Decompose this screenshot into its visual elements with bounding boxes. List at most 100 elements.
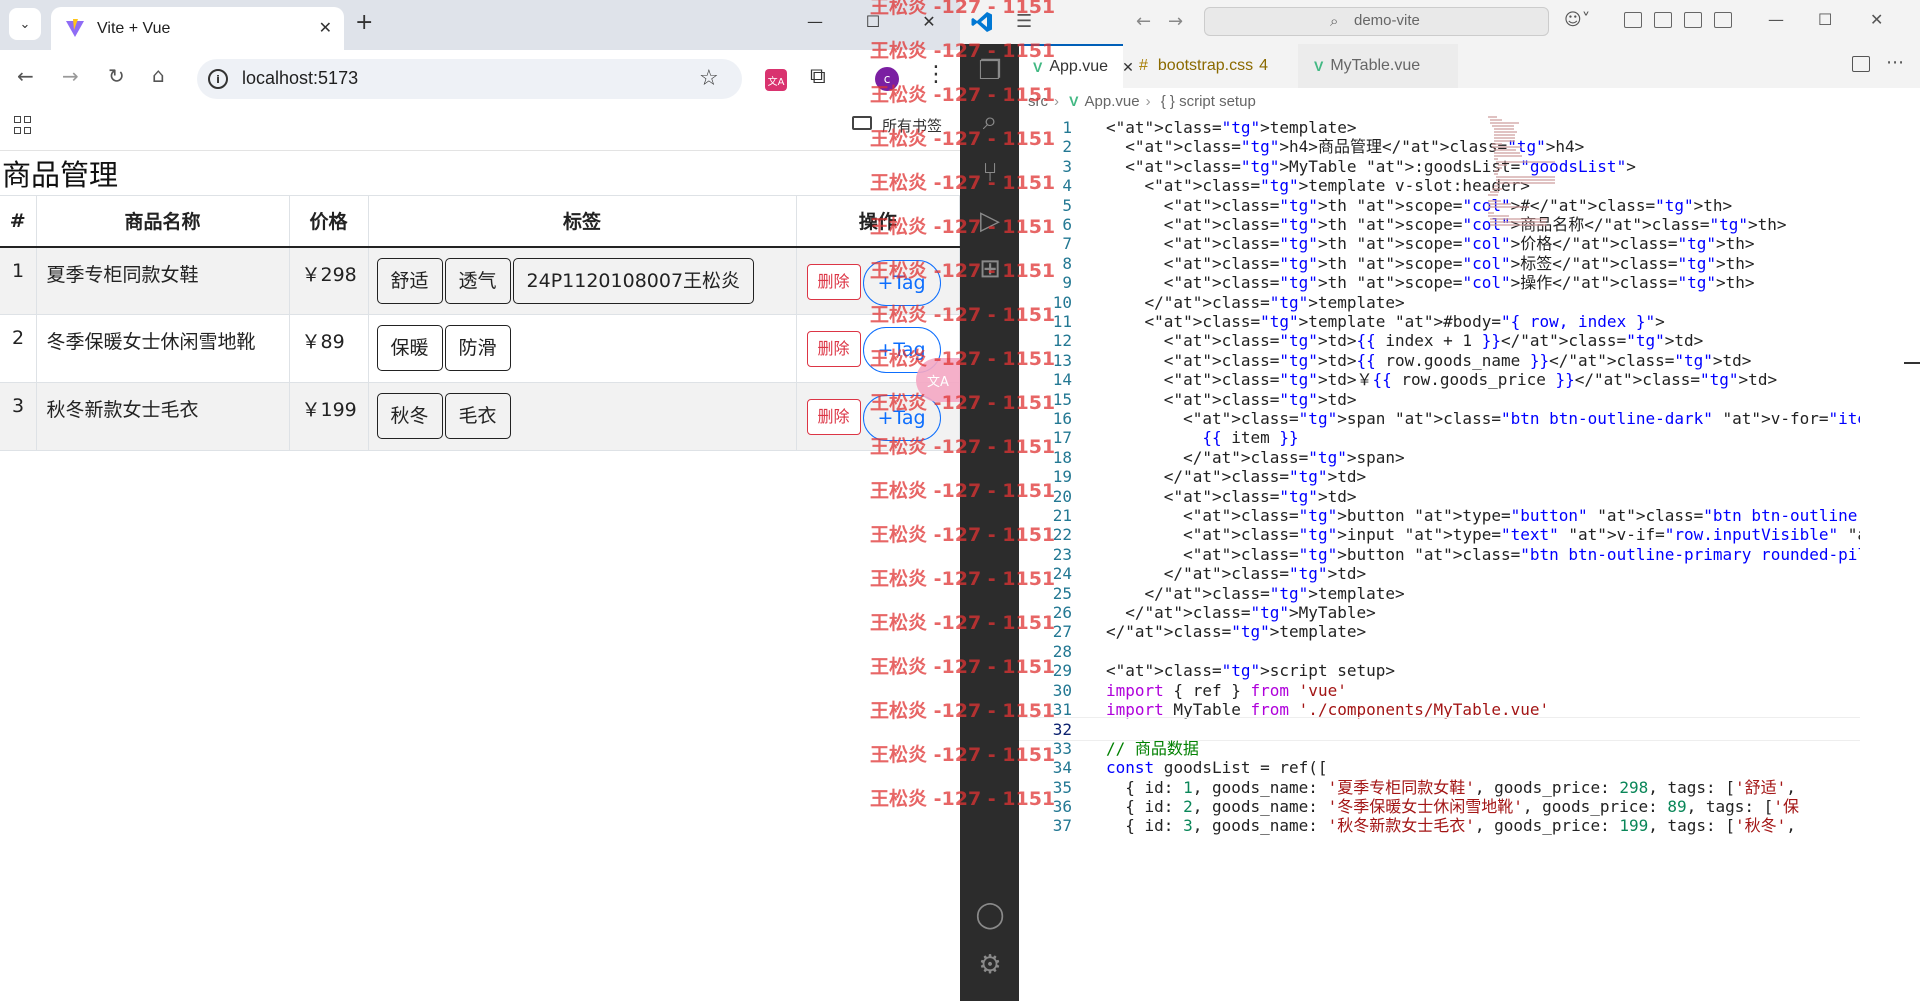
breadcrumb-item[interactable]: src (1028, 93, 1048, 110)
goods-table: # 商品名称 价格 标签 操作 1 夏季专柜同款女鞋 ￥298 舒适 透气 24P1… (0, 195, 960, 451)
tab-app-vue[interactable]: V App.vue ✕ (1019, 44, 1134, 88)
scrollbar-marker[interactable] (1904, 362, 1920, 364)
minimap-line (1494, 155, 1522, 157)
table-header-row: # 商品名称 价格 标签 操作 (0, 195, 960, 248)
folder-icon[interactable] (852, 116, 872, 130)
code-editor[interactable]: 1 <"at">class="tg">template> 2 <"at">class… (1019, 116, 1860, 1001)
tag-chip[interactable]: 防滑 (444, 325, 511, 371)
minimize-icon[interactable]: — (1768, 10, 1784, 29)
more-actions-icon[interactable]: ⋯ (1886, 52, 1904, 73)
minimap-line (1492, 125, 1514, 127)
table-row: 3 秋冬新款女士毛衣 ￥199 秋冬 毛衣 删除 +Tag (0, 382, 960, 451)
minimap-line (1488, 206, 1530, 208)
minimap[interactable] (1488, 116, 1558, 316)
tag-chip[interactable]: 透气 (444, 257, 511, 304)
code-line[interactable]: 37 { id: 3, goods_name: '秋冬新款女士毛衣', good… (1019, 814, 1860, 838)
source-control-icon[interactable]: ⑂ (975, 158, 1005, 188)
toggle-secondary-sidebar-icon[interactable] (1714, 12, 1732, 28)
minimap-line (1488, 116, 1497, 118)
minimap-line (1488, 212, 1495, 214)
maximize-icon[interactable]: ☐ (850, 12, 896, 31)
new-tab-icon[interactable]: + (355, 12, 373, 34)
nav-forward-icon[interactable]: → (1168, 11, 1183, 32)
window-close-icon[interactable]: ✕ (1870, 10, 1883, 29)
tab-close-icon[interactable]: ✕ (319, 18, 332, 37)
bookmark-star-icon[interactable]: ☆ (699, 66, 719, 91)
column-header-tags: 标签 (368, 195, 797, 248)
browser-menu-icon[interactable]: ⋮ (925, 62, 947, 87)
vue-icon: V (1314, 58, 1324, 74)
delete-button[interactable]: 删除 (806, 399, 861, 435)
goods-name: 秋冬新款女士毛衣 (36, 382, 290, 451)
tag-chip[interactable]: 24P1120108007王松炎 (512, 257, 755, 304)
minimap-line (1490, 221, 1546, 223)
all-bookmarks-label[interactable]: 所有书签 (882, 115, 942, 136)
tag-chip[interactable]: 秋冬 (376, 393, 443, 439)
tab-mytable-vue[interactable]: V MyTable.vue (1298, 44, 1458, 88)
reload-icon[interactable]: ↻ (108, 66, 125, 86)
minimize-icon[interactable]: — (792, 12, 838, 31)
apps-grid-icon[interactable] (14, 116, 32, 134)
search-icon[interactable]: ⌕ (975, 106, 1005, 136)
toggle-panel-icon[interactable] (1684, 12, 1702, 28)
line-number: 37 (1052, 816, 1072, 836)
code-text: { id: 3, goods_name: '秋冬新款女士毛衣', goods_p… (1106, 816, 1796, 836)
command-center-text[interactable]: demo-vite (1354, 12, 1420, 29)
extensions-icon[interactable]: ⊞ (975, 254, 1005, 284)
layout-customize-icon[interactable] (1624, 12, 1642, 28)
breadcrumb-item[interactable]: { } script setup (1161, 93, 1256, 110)
extensions-puzzle-icon[interactable]: ⧉ (810, 64, 826, 89)
minimap-line (1490, 122, 1519, 124)
minimap-line (1490, 191, 1499, 193)
tag-chip[interactable]: 保暖 (376, 325, 443, 371)
explorer-icon[interactable]: ❐ (975, 56, 1005, 86)
tag-chip[interactable]: 舒适 (376, 257, 443, 304)
delete-button[interactable]: 删除 (806, 263, 861, 300)
editor-tabs: V App.vue ✕ # bootstrap.css 4 V MyTable.… (1019, 44, 1920, 88)
add-tag-button[interactable]: +Tag (862, 259, 941, 306)
minimap-line (1494, 185, 1499, 187)
chevron-right-icon: › (1054, 93, 1059, 110)
browser-window: ⌄ Vite + Vue ✕ + — ☐ ✕ ← → ↻ ⌂ i localho… (0, 0, 960, 1001)
minimap-line (1488, 200, 1501, 202)
column-header-index: # (0, 195, 37, 248)
bookmarks-bar (0, 105, 960, 151)
split-editor-icon[interactable] (1852, 56, 1870, 72)
window-close-icon[interactable]: ✕ (906, 12, 952, 31)
tab-bootstrap-css[interactable]: # bootstrap.css 4 (1123, 44, 1298, 88)
settings-gear-icon[interactable]: ⚙ (975, 950, 1005, 980)
copilot-icon[interactable]: ☺˅ (1564, 10, 1590, 30)
translate-extension-icon[interactable]: 文A (765, 69, 787, 91)
minimap-line (1494, 137, 1515, 139)
url-text[interactable]: localhost:5173 (242, 68, 358, 89)
profile-avatar[interactable]: c (875, 67, 899, 91)
toggle-sidebar-icon[interactable] (1654, 12, 1672, 28)
back-icon[interactable]: ← (17, 66, 34, 86)
floating-translate-icon[interactable]: 文A (916, 358, 960, 402)
tags-cell: 舒适 透气 24P1120108007王松炎 (368, 246, 797, 315)
maximize-icon[interactable]: ☐ (1818, 10, 1832, 29)
home-icon[interactable]: ⌂ (152, 65, 165, 85)
tab-search-button[interactable]: ⌄ (9, 8, 41, 40)
vue-icon: V (1069, 93, 1079, 109)
hamburger-menu-icon[interactable]: ☰ (1016, 11, 1032, 32)
site-info-icon[interactable]: i (208, 69, 228, 89)
minimap-line (1498, 164, 1507, 166)
vue-icon: V (1033, 59, 1043, 75)
delete-button[interactable]: 删除 (806, 331, 861, 367)
minimap-line (1494, 152, 1521, 154)
minimap-line (1492, 188, 1502, 190)
nav-back-icon[interactable]: ← (1136, 11, 1151, 32)
add-tag-button[interactable]: +Tag (862, 395, 941, 441)
row-index: 3 (0, 382, 37, 451)
breadcrumb-item[interactable]: App.vue (1085, 93, 1140, 110)
minimap-line (1494, 149, 1516, 151)
browser-tab-active[interactable]: Vite + Vue ✕ (51, 7, 344, 50)
account-icon[interactable]: ◯ (975, 900, 1005, 930)
run-debug-icon[interactable]: ▷ (975, 206, 1005, 236)
forward-icon[interactable]: → (62, 66, 79, 86)
tag-chip[interactable]: 毛衣 (444, 393, 511, 439)
vscode-window: ☰ ← → ⌕ demo-vite ☺˅ — ☐ ✕ ❐ ⌕ ⑂ ▷ ⊞ ◯ ⚙… (960, 0, 1920, 1001)
minimap-line (1496, 167, 1503, 169)
goods-price: ￥298 (289, 246, 369, 315)
